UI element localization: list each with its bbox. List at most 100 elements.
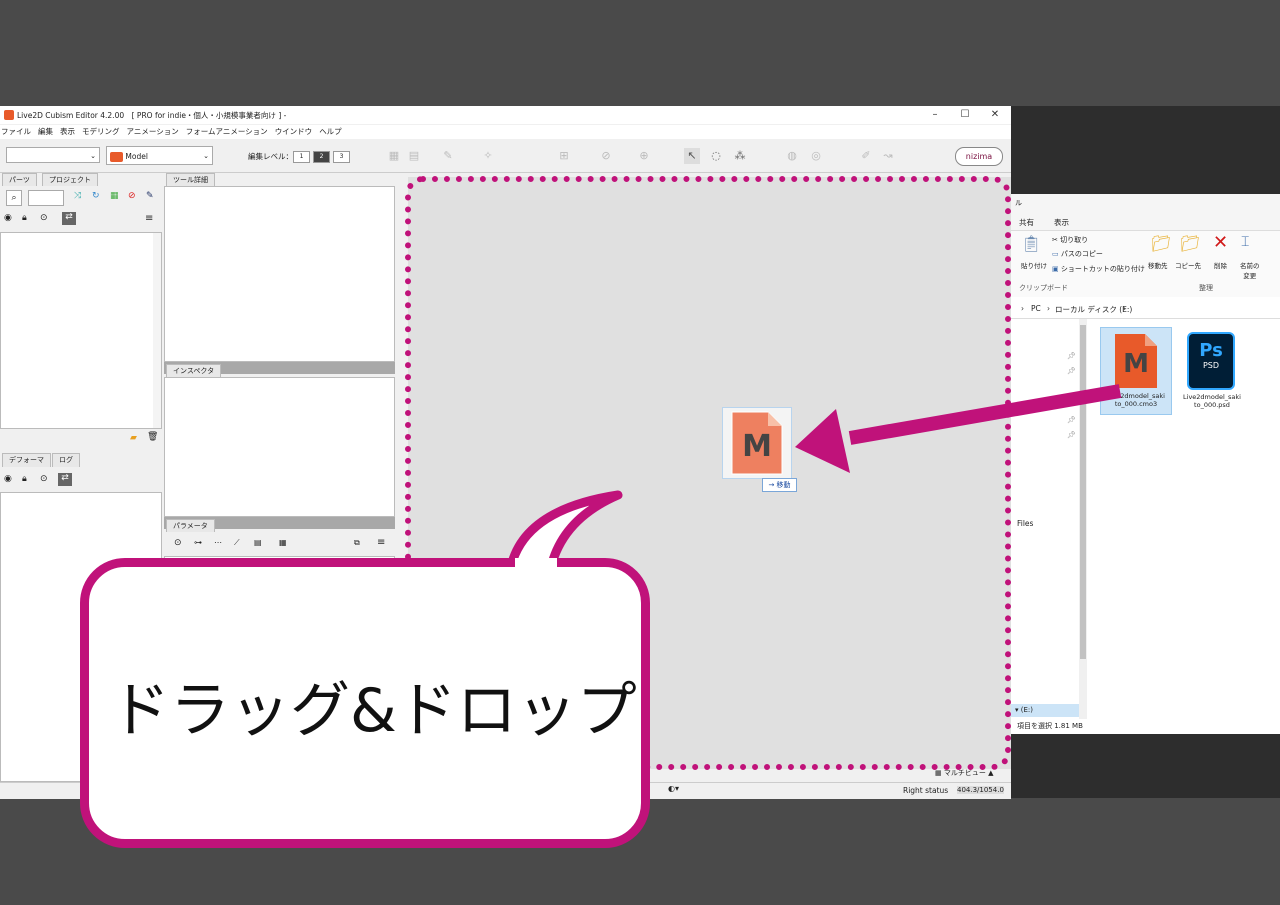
param-copy-icon[interactable]: ⧉ xyxy=(354,538,360,548)
pin-blue-icon[interactable]: ✎ xyxy=(146,191,154,201)
parts-scrollbar[interactable] xyxy=(153,233,161,428)
edit-level-1[interactable]: 1 xyxy=(293,151,310,163)
menu-help[interactable]: ヘルプ xyxy=(319,127,342,136)
tab-tool-detail[interactable]: ツール詳細 xyxy=(166,173,215,187)
deformer-lock-icon[interactable]: 🔒︎ xyxy=(22,474,27,484)
delete-button[interactable]: 削除 xyxy=(1214,260,1227,270)
menu-animation[interactable]: アニメーション xyxy=(127,127,179,136)
ban-icon[interactable]: ⊘ xyxy=(128,191,136,201)
tab-log[interactable]: ログ xyxy=(52,453,80,467)
title-bar: Live2D Cubism Editor 4.2.00 [ PRO for in… xyxy=(0,106,1011,124)
pin-icon[interactable]: 📌︎ xyxy=(1067,352,1076,360)
breadcrumb-pc[interactable]: PC xyxy=(1031,304,1041,313)
glue-icon[interactable]: ⊕ xyxy=(636,148,652,164)
rename-button[interactable]: 名前の 変更 xyxy=(1240,260,1260,280)
swap-icon[interactable]: ⇄ xyxy=(62,212,76,225)
play-icon[interactable]: ⊙ xyxy=(40,213,48,223)
tab-parameter[interactable]: パラメータ xyxy=(166,519,215,533)
curve-icon[interactable]: ↝ xyxy=(880,148,896,164)
clipboard-group-label: クリップボード xyxy=(1019,284,1068,292)
svg-text:M: M xyxy=(742,429,772,464)
breadcrumb-drive[interactable]: ローカル ディスク (E:) xyxy=(1055,304,1132,315)
eye-icon[interactable]: ◉ xyxy=(4,213,12,223)
menu-file[interactable]: ファイル xyxy=(1,127,31,136)
scissors-icon: ✂ xyxy=(1052,236,1061,244)
pin-icon[interactable]: ✐ xyxy=(858,148,874,164)
file-name-line2: to_000.psd xyxy=(1194,401,1230,409)
menu-view[interactable]: 表示 xyxy=(60,127,75,136)
rotation-icon[interactable]: ◎ xyxy=(808,148,824,164)
edit-level-2[interactable]: 2 xyxy=(313,151,330,163)
pin-icon[interactable]: 📌︎ xyxy=(1067,367,1076,375)
deform-icon[interactable]: ⊘ xyxy=(598,148,614,164)
callout-text: ドラッグ&ドロップ xyxy=(110,676,637,746)
brush-select-icon[interactable]: ⁂ xyxy=(732,148,748,164)
model-select[interactable]: Model ⌄ xyxy=(106,146,213,165)
lasso-icon[interactable]: ◌ xyxy=(708,148,724,164)
param-table-icon[interactable]: ▤ xyxy=(254,538,262,547)
organize-group-label: 整理 xyxy=(1199,284,1213,292)
deformer-swap-icon[interactable]: ⇄ xyxy=(58,473,72,486)
paste-shortcut-button[interactable]: ▣ ショートカットの貼り付け xyxy=(1052,264,1145,274)
menu-icon[interactable]: ≡ xyxy=(145,213,153,224)
parts-list xyxy=(0,232,162,429)
delete-icon[interactable]: ✕ xyxy=(1213,232,1228,253)
param-key-icon[interactable]: ⊶ xyxy=(194,538,202,547)
connect-icon[interactable]: ↻ xyxy=(92,191,100,201)
grid-icon[interactable]: ⊞ xyxy=(556,148,572,164)
menu-modeling[interactable]: モデリング xyxy=(82,127,120,136)
close-button[interactable]: ✕ xyxy=(982,108,1008,122)
param-grid-icon[interactable]: ▦ xyxy=(279,538,287,547)
deformer-play-icon[interactable]: ⊙ xyxy=(40,474,48,484)
search-icon[interactable]: ⌕ xyxy=(6,190,22,206)
trash-icon[interactable]: 🗑︎ xyxy=(147,432,158,442)
nav-item-drive[interactable]: ▾ (E:) xyxy=(1011,704,1083,717)
param-curve-icon[interactable]: ⟋ xyxy=(234,538,240,548)
tab-project[interactable]: プロジェクト xyxy=(42,173,98,187)
link-icon[interactable]: ⤨ xyxy=(74,191,84,201)
lock-icon[interactable]: 🔒︎ xyxy=(22,213,27,223)
param-keys-icon[interactable]: ⋯ xyxy=(214,538,222,547)
folder-icon[interactable]: ▰ xyxy=(130,433,137,443)
mesh-edit-icon[interactable]: ▤ xyxy=(406,148,422,164)
clipboard-icon[interactable]: 📋︎ xyxy=(1021,234,1041,253)
file-item-psd[interactable]: Ps PSD Live2dmodel_saki to_000.psd xyxy=(1177,327,1247,413)
tab-deformer[interactable]: デフォーマ xyxy=(2,453,51,467)
parts-search-input[interactable] xyxy=(28,190,64,206)
pen-tool-icon[interactable]: ✎ xyxy=(440,148,456,164)
deformer-eye-icon[interactable]: ◉ xyxy=(4,474,12,484)
nizima-button[interactable]: nizima xyxy=(955,147,1003,166)
menu-window[interactable]: ウインドウ xyxy=(275,127,313,136)
minimize-button[interactable]: – xyxy=(922,108,948,122)
cut-button[interactable]: ✂ 切り取り xyxy=(1052,235,1088,245)
param-menu-icon[interactable]: ≡ xyxy=(377,537,385,548)
nav-item-files[interactable]: Files xyxy=(1017,519,1033,528)
arrow-select-icon[interactable]: ↖ xyxy=(684,148,700,164)
rename-icon[interactable]: ⌶ xyxy=(1241,234,1249,250)
auto-mesh-icon[interactable]: ✧ xyxy=(480,148,496,164)
ribbon-tab-view[interactable]: 表示 xyxy=(1054,217,1069,228)
multi-view-icon: ▦ xyxy=(935,769,944,777)
move-to-button[interactable]: 移動先 xyxy=(1148,260,1168,270)
copy-to-icon[interactable]: 📁︎ xyxy=(1180,234,1200,253)
grid-green-icon[interactable]: ▦ xyxy=(110,191,119,201)
right-status: Right status xyxy=(903,786,949,795)
document-select[interactable]: ⌄ xyxy=(6,147,100,163)
view-toggle-icon[interactable]: ◐▾ xyxy=(668,784,679,793)
copy-to-button[interactable]: コピー先 xyxy=(1175,260,1201,270)
menu-form-animation[interactable]: フォームアニメーション xyxy=(186,127,268,136)
edit-level-3[interactable]: 3 xyxy=(333,151,350,163)
dragged-file[interactable]: M xyxy=(722,407,792,479)
tab-inspector[interactable]: インスペクタ xyxy=(166,364,222,378)
mesh-tool-icon[interactable]: ▦ xyxy=(386,148,402,164)
copy-path-button[interactable]: ▭ パスのコピー xyxy=(1052,249,1103,259)
maximize-button[interactable]: ☐ xyxy=(952,108,978,122)
warp-icon[interactable]: ◍ xyxy=(784,148,800,164)
menu-edit[interactable]: 編集 xyxy=(38,127,53,136)
psd-file-icon: Ps PSD xyxy=(1187,332,1235,390)
move-to-icon[interactable]: 📁︎ xyxy=(1151,234,1171,253)
paste-button[interactable]: 貼り付け xyxy=(1021,260,1047,270)
ribbon-tab-share[interactable]: 共有 xyxy=(1019,217,1034,228)
param-play-icon[interactable]: ⊙ xyxy=(174,538,182,548)
tab-parts[interactable]: パーツ xyxy=(2,173,37,187)
